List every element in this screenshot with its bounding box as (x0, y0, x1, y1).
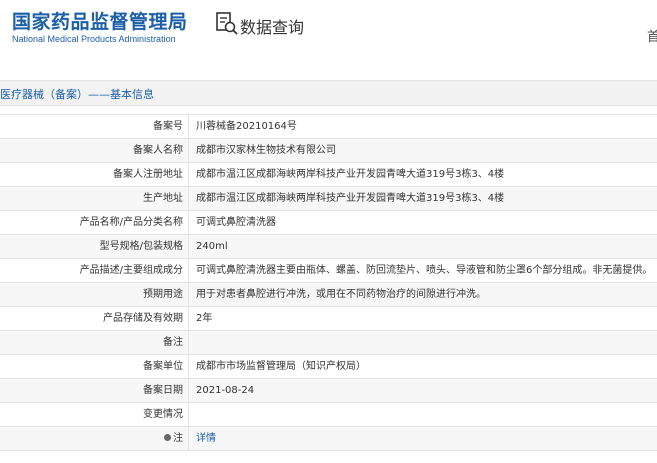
row-value: 可调式鼻腔清洗器主要由瓶体、螺盖、防回流垫片、喷头、导液管和防尘罩6个部分组成。… (196, 265, 653, 276)
table-row-change-status: 变更情况 (0, 403, 657, 427)
details-link[interactable]: 详情 (196, 427, 216, 450)
column-divider (188, 115, 189, 138)
row-value: 可调式鼻腔清洗器 (196, 217, 276, 228)
record-table: 备案号 川蓉械备20210164号 备案人名称 成都市汉家林生物技术有限公司 备… (0, 114, 657, 451)
row-value: 成都市汉家林生物技术有限公司 (196, 145, 336, 156)
column-divider (188, 403, 189, 426)
data-query-icon (216, 12, 238, 35)
column-divider (188, 379, 189, 402)
section-title: 医疗器械（备案）——基本信息 (0, 88, 154, 101)
table-row-storage-validity: 产品存储及有效期 2年 (0, 307, 657, 331)
table-row-product-description: 产品描述/主要组成成分 可调式鼻腔清洗器主要由瓶体、螺盖、防回流垫片、喷头、导液… (0, 259, 657, 283)
row-label: 备案单位 (143, 361, 183, 372)
site-header: 国家药品监督管理局 National Medical Products Admi… (0, 0, 657, 62)
row-value: 用于对患者鼻腔进行冲洗，或用在不同药物治疗的间隙进行冲洗。 (196, 289, 486, 300)
column-divider (188, 331, 189, 354)
row-label: 型号规格/包装规格 (99, 241, 183, 252)
site-logo-english[interactable]: National Medical Products Administration (12, 34, 176, 44)
column-divider (188, 259, 189, 282)
column-divider (188, 187, 189, 210)
row-label: 产品名称/产品分类名称 (79, 217, 183, 228)
table-row-filer-name: 备案人名称 成都市汉家林生物技术有限公司 (0, 139, 657, 163)
table-row-intended-use: 预期用途 用于对患者鼻腔进行冲洗，或用在不同药物治疗的间隙进行冲洗。 (0, 283, 657, 307)
bulb-icon (164, 434, 171, 441)
row-label: 产品描述/主要组成成分 (79, 265, 183, 276)
column-divider (188, 355, 189, 378)
row-label: 注 (0, 427, 183, 450)
row-value: 2021-08-24 (196, 385, 255, 396)
note-label: 注 (173, 433, 183, 444)
row-label: 预期用途 (143, 289, 183, 300)
table-row-production-address: 生产地址 成都市温江区成都海峡两岸科技产业开发园青啤大道319号3栋3、4楼 (0, 187, 657, 211)
table-row-remarks: 备注 (0, 331, 657, 355)
row-label: 变更情况 (143, 409, 183, 420)
nav-home-link[interactable]: 首 (647, 26, 657, 45)
row-value: 成都市温江区成都海峡两岸科技产业开发园青啤大道319号3栋3、4楼 (196, 169, 505, 180)
table-row-filing-date: 备案日期 2021-08-24 (0, 379, 657, 403)
column-divider (188, 235, 189, 258)
row-label: 备案日期 (143, 385, 183, 396)
row-value: 240ml (196, 241, 228, 252)
row-label: 备案号 (153, 121, 183, 132)
column-divider (188, 427, 189, 450)
row-label: 备案人注册地址 (113, 169, 183, 180)
column-divider (188, 211, 189, 234)
row-value: 成都市温江区成都海峡两岸科技产业开发园青啤大道319号3栋3、4楼 (196, 193, 505, 204)
row-label: 生产地址 (143, 193, 183, 204)
row-label: 产品存储及有效期 (103, 313, 183, 324)
table-row-note: 注 详情 (0, 427, 657, 451)
table-row-product-name: 产品名称/产品分类名称 可调式鼻腔清洗器 (0, 211, 657, 235)
table-row-filing-authority: 备案单位 成都市市场监督管理局（知识产权局） (0, 355, 657, 379)
row-value: 成都市市场监督管理局（知识产权局） (196, 361, 366, 372)
table-row-record-number: 备案号 川蓉械备20210164号 (0, 114, 657, 139)
row-value: 2年 (196, 313, 213, 324)
table-row-model-spec: 型号规格/包装规格 240ml (0, 235, 657, 259)
table-row-registered-address: 备案人注册地址 成都市温江区成都海峡两岸科技产业开发园青啤大道319号3栋3、4… (0, 163, 657, 187)
column-divider (188, 139, 189, 162)
row-value: 川蓉械备20210164号 (196, 121, 297, 132)
row-label: 备注 (163, 337, 183, 348)
column-divider (188, 283, 189, 306)
site-logo-chinese[interactable]: 国家药品监督管理局 (12, 7, 188, 34)
data-query-title: 数据查询 (240, 18, 305, 37)
row-label: 备案人名称 (133, 145, 183, 156)
section-header: 医疗器械（备案）——基本信息 (0, 80, 657, 106)
column-divider (188, 163, 189, 186)
column-divider (188, 307, 189, 330)
